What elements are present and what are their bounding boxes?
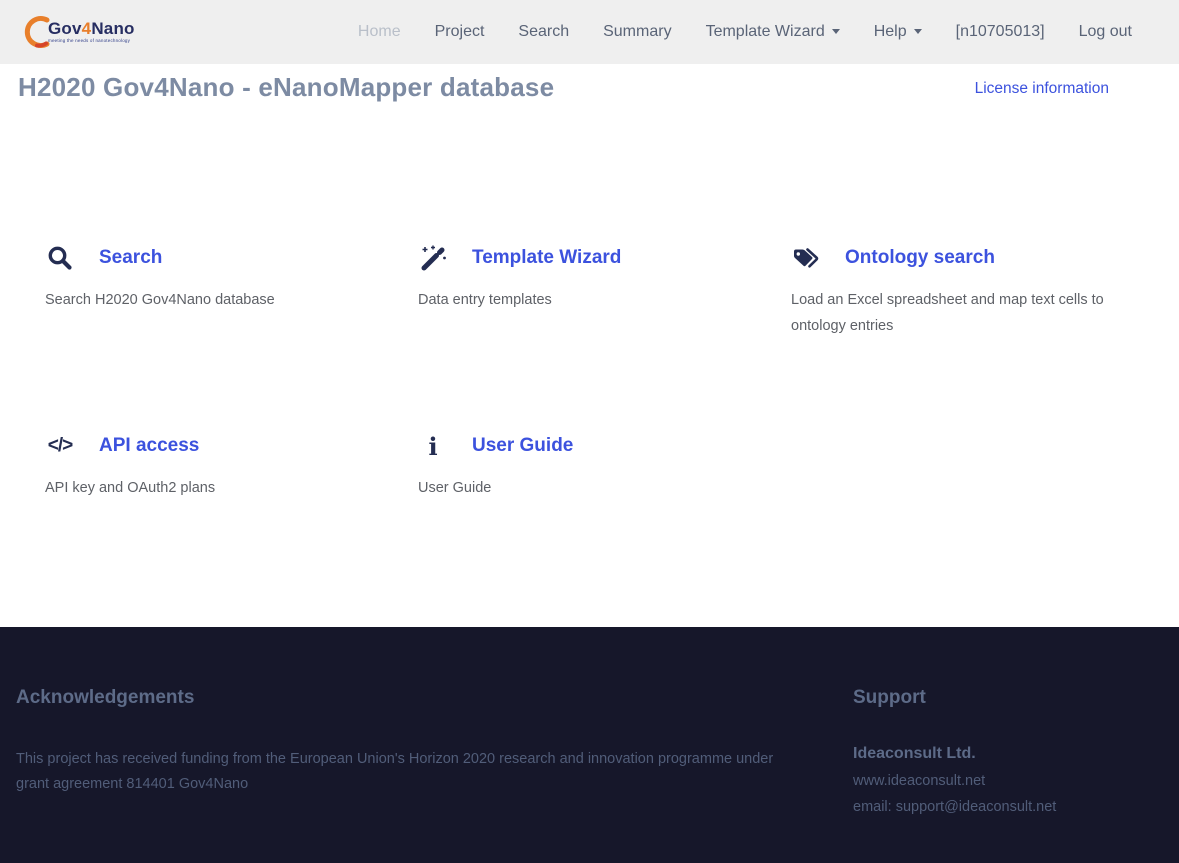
footer: Acknowledgements This project has receiv… [0,627,1179,863]
acknowledgements-text: This project has received funding from t… [16,747,786,797]
code-icon: </> [45,431,75,461]
support-heading: Support [853,687,1163,709]
ontology-search-description: Load an Excel spreadsheet and map text c… [791,287,1121,339]
nav-search[interactable]: Search [501,23,586,41]
user-guide-description: User Guide [418,475,748,501]
support-company: Ideaconsult Ltd. [853,745,1163,763]
chevron-down-icon [914,29,922,34]
feature-cards: Search Search H2020 Gov4Nano database Te… [0,243,1179,501]
support-email-link[interactable]: email: support@ideaconsult.net [853,799,1163,815]
nav-user-id[interactable]: [n10705013] [939,23,1062,41]
search-icon [45,243,75,273]
info-icon: i [418,431,448,461]
license-information-link[interactable]: License information [975,80,1109,98]
gov4nano-logo[interactable]: Gov4Nano meeting the needs of nanotechno… [20,12,135,52]
tags-icon [791,243,821,273]
footer-acknowledgements: Acknowledgements This project has receiv… [16,687,853,863]
footer-support: Support Ideaconsult Ltd. www.ideaconsult… [853,687,1163,863]
ontology-search-link[interactable]: Ontology search [845,247,995,269]
page-title: H2020 Gov4Nano - eNanoMapper database [18,72,554,103]
card-template-wizard: Template Wizard Data entry templates [403,243,776,339]
api-access-description: API key and OAuth2 plans [45,475,375,501]
nav-summary[interactable]: Summary [586,23,688,41]
api-access-link[interactable]: API access [99,435,199,457]
search-link[interactable]: Search [99,247,162,269]
acknowledgements-heading: Acknowledgements [16,687,853,709]
card-api-access: </> API access API key and OAuth2 plans [30,431,403,501]
template-wizard-description: Data entry templates [418,287,748,313]
logo-tagline: meeting the needs of nanotechnology [48,39,135,44]
main-nav: Home Project Search Summary Template Wiz… [341,23,1149,41]
search-description: Search H2020 Gov4Nano database [45,287,375,313]
card-ontology-search: Ontology search Load an Excel spreadshee… [776,243,1149,339]
nav-help-dropdown[interactable]: Help [857,23,939,41]
card-user-guide: i User Guide User Guide [403,431,776,501]
template-wizard-link[interactable]: Template Wizard [472,247,621,269]
user-guide-link[interactable]: User Guide [472,435,573,457]
chevron-down-icon [832,29,840,34]
nav-home[interactable]: Home [341,23,418,41]
nav-project[interactable]: Project [418,23,502,41]
navbar: Gov4Nano meeting the needs of nanotechno… [0,0,1179,64]
support-website-link[interactable]: www.ideaconsult.net [853,773,1163,789]
magic-wand-icon [418,243,448,273]
nav-template-wizard-dropdown[interactable]: Template Wizard [689,23,857,41]
card-search: Search Search H2020 Gov4Nano database [30,243,403,339]
logo-text: Gov4Nano [48,20,135,37]
nav-logout[interactable]: Log out [1062,23,1149,41]
page-header: H2020 Gov4Nano - eNanoMapper database Li… [0,64,1179,103]
